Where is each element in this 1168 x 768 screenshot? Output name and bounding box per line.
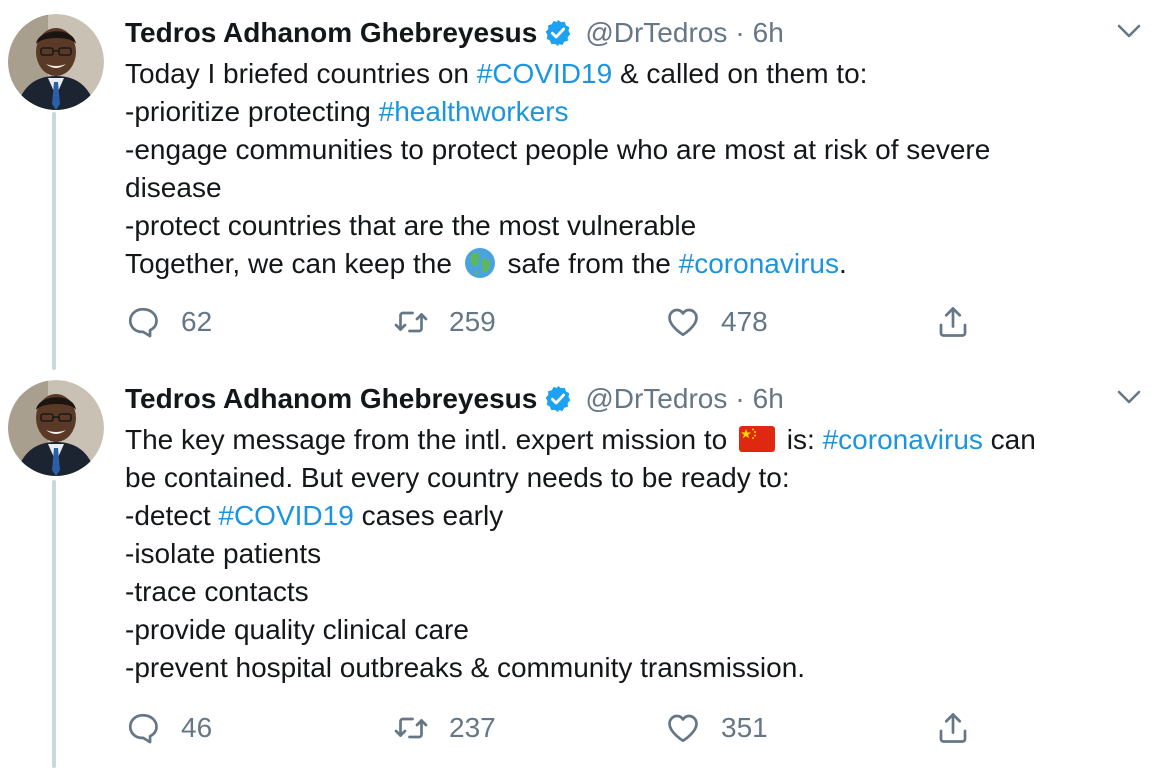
retweet-button[interactable]: 259 (393, 302, 496, 342)
hashtag-link[interactable]: #coronavirus (679, 248, 839, 279)
tweet-line: -protect countries that are the most vul… (125, 210, 697, 241)
author-name[interactable]: Tedros Adhanom Ghebreyesus (125, 17, 537, 49)
retweet-count: 259 (449, 306, 496, 337)
tweet-text: Today I briefed countries on #COVID19 & … (125, 55, 1135, 283)
retweet-icon (394, 717, 428, 739)
author-handle[interactable]: @DrTedros (585, 383, 727, 415)
tweet-line: -trace contacts (125, 576, 309, 607)
like-button[interactable]: 351 (665, 708, 768, 748)
avatar[interactable] (8, 380, 104, 476)
heart-icon (668, 714, 698, 743)
tweet-actions: 46 237 351 (125, 708, 1025, 748)
text-segment: Together, we can keep the (125, 248, 460, 279)
reply-icon (128, 307, 158, 338)
chevron-down-icon[interactable] (1114, 16, 1144, 46)
like-count: 351 (721, 712, 768, 743)
text-segment: can (982, 424, 1036, 455)
avatar[interactable] (8, 14, 104, 110)
text-segment: -prioritize protecting (125, 96, 379, 127)
tweet-actions: 62 259 478 (125, 302, 1025, 342)
author-handle[interactable]: @DrTedros (585, 17, 727, 49)
hashtag-link[interactable]: #coronavirus (823, 424, 983, 455)
separator-dot: · (735, 17, 745, 48)
share-icon (939, 307, 967, 337)
tweet-header: Tedros Adhanom Ghebreyesus @DrTedros · 6… (125, 14, 784, 52)
text-segment: -detect (125, 500, 219, 531)
tweet-line: -detect #COVID19 cases early (125, 497, 1135, 535)
reply-count: 62 (181, 306, 213, 337)
reply-button[interactable]: 62 (125, 302, 212, 342)
reply-icon (128, 713, 158, 744)
tweet-line: be contained. But every country needs to… (125, 462, 790, 493)
reply-count: 46 (181, 712, 213, 743)
tweet-line: -prevent hospital outbreaks & community … (125, 652, 806, 683)
tweet-line: Together, we can keep the safe from the … (125, 245, 1135, 283)
tweet-line: -engage communities to protect people wh… (125, 134, 991, 165)
like-button[interactable]: 478 (665, 302, 768, 342)
timestamp[interactable]: 6h (753, 383, 784, 415)
tweet-line: -provide quality clinical care (125, 614, 469, 645)
tweet[interactable]: Tedros Adhanom Ghebreyesus @DrTedros · 6… (0, 0, 1168, 366)
tweet-line: Today I briefed countries on #COVID19 & … (125, 55, 1135, 93)
text-segment: & called on them to: (612, 58, 868, 89)
like-count: 478 (721, 306, 768, 337)
text-segment: safe from the (499, 248, 679, 279)
tweet[interactable]: Tedros Adhanom Ghebreyesus @DrTedros · 6… (0, 366, 1168, 768)
share-icon (939, 713, 967, 743)
chevron-down-icon[interactable] (1114, 382, 1144, 412)
text-segment: The key message from the intl. expert mi… (125, 424, 736, 455)
tweet-line: disease (125, 172, 222, 203)
globe-emoji-icon (464, 248, 495, 278)
text-segment: . (838, 248, 847, 279)
separator-dot: · (735, 383, 745, 414)
text-segment: cases early (353, 500, 504, 531)
tweet-header: Tedros Adhanom Ghebreyesus @DrTedros · 6… (125, 380, 784, 418)
author-name[interactable]: Tedros Adhanom Ghebreyesus (125, 383, 537, 415)
reply-button[interactable]: 46 (125, 708, 212, 748)
heart-icon (668, 308, 698, 337)
china-flag-emoji-icon (739, 426, 776, 452)
tweet-line: -prioritize protecting #healthworkers (125, 93, 1135, 131)
tweet-text: The key message from the intl. expert mi… (125, 421, 1135, 687)
retweet-button[interactable]: 237 (393, 708, 496, 748)
verified-badge-icon (546, 19, 571, 47)
share-button[interactable] (935, 708, 971, 748)
hashtag-link[interactable]: #healthworkers (379, 96, 569, 127)
text-segment: is: (779, 424, 823, 455)
tweet-line: -isolate patients (125, 538, 322, 569)
tweet-line: The key message from the intl. expert mi… (125, 421, 1135, 459)
share-button[interactable] (935, 302, 971, 342)
text-segment: Today I briefed countries on (125, 58, 477, 89)
hashtag-link[interactable]: #COVID19 (218, 500, 353, 531)
timestamp[interactable]: 6h (753, 17, 784, 49)
retweet-count: 237 (449, 712, 496, 743)
hashtag-link[interactable]: #COVID19 (477, 58, 612, 89)
retweet-icon (394, 311, 428, 333)
verified-badge-icon (546, 385, 571, 413)
